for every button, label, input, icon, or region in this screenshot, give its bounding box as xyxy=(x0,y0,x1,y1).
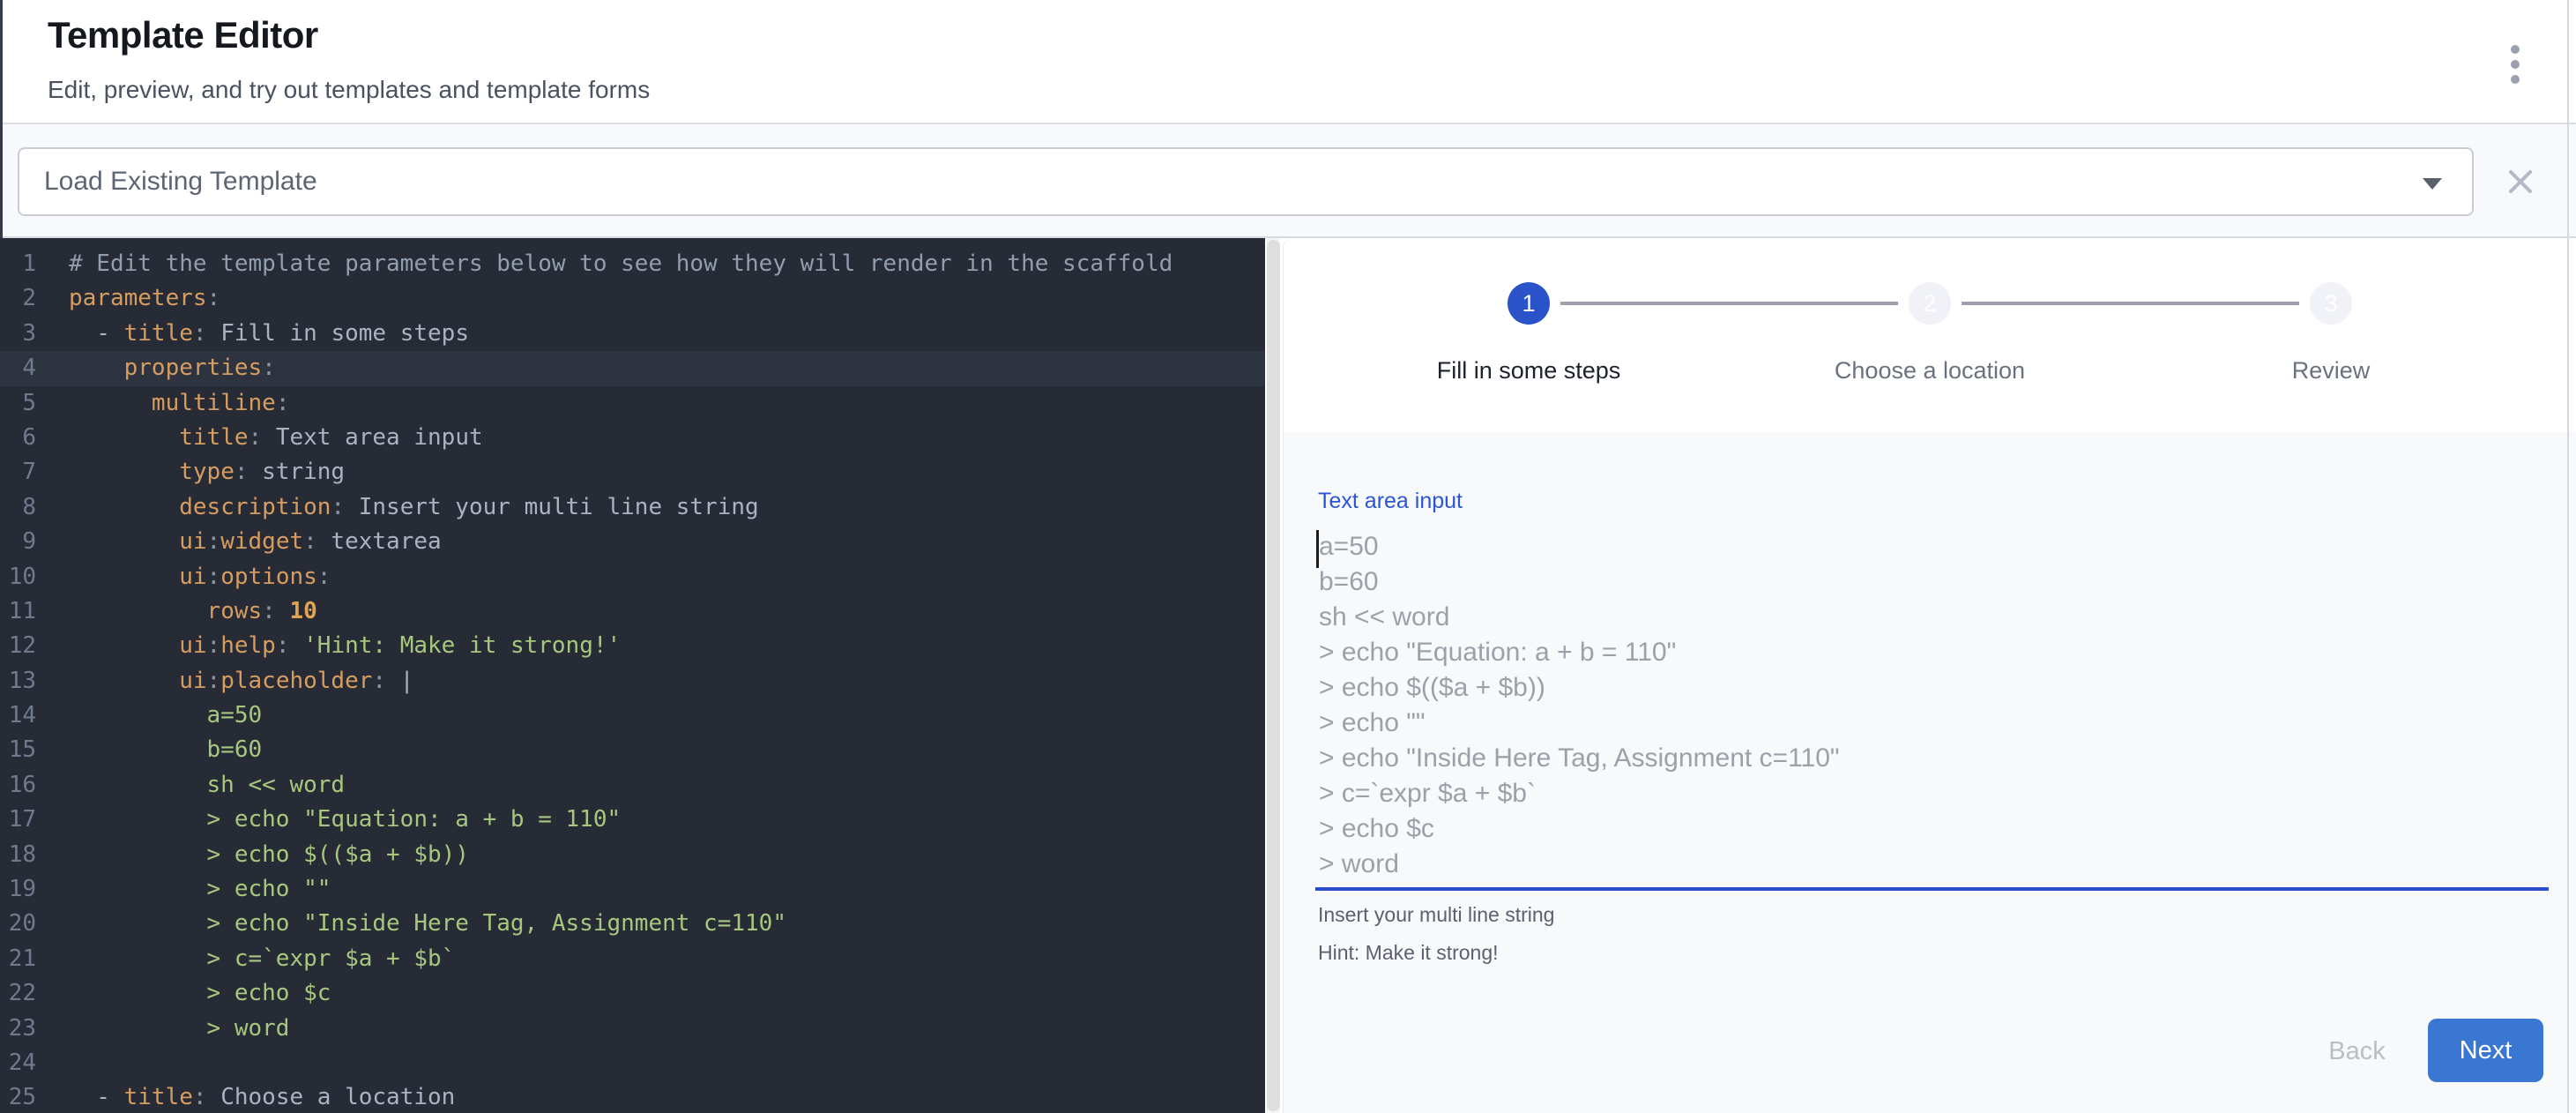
step-2-indicator: 2 xyxy=(1909,282,1951,325)
step-1-label: Fill in some steps xyxy=(1308,357,1749,385)
header: Template Editor Edit, preview, and try o… xyxy=(0,0,2576,124)
line-number: 25 xyxy=(0,1080,36,1113)
code-line-10[interactable]: 10 ui:options: xyxy=(0,560,1265,594)
more-options-button[interactable] xyxy=(2500,41,2530,88)
chevron-down-icon xyxy=(2423,178,2442,190)
line-number: 17 xyxy=(0,803,36,837)
code-line-6[interactable]: 6 title: Text area input xyxy=(0,421,1265,455)
line-number: 8 xyxy=(0,490,36,525)
code-line-25[interactable]: 25 - title: Choose a location xyxy=(0,1080,1265,1113)
line-number: 11 xyxy=(0,594,36,629)
code-line-12[interactable]: 12 ui:help: 'Hint: Make it strong!' xyxy=(0,629,1265,663)
multiline-textarea[interactable]: a=50b=60sh << word> echo "Equation: a + … xyxy=(1284,520,2576,891)
back-button[interactable]: Back xyxy=(2302,1025,2412,1078)
code-line-22[interactable]: 22 > echo $c xyxy=(0,976,1265,1011)
textarea-line: > echo $(($a + $b)) xyxy=(1319,670,1840,706)
code-line-8[interactable]: 8 description: Insert your multi line st… xyxy=(0,490,1265,525)
line-number: 5 xyxy=(0,386,36,421)
textarea-line: sh << word xyxy=(1319,600,1840,635)
line-number: 2 xyxy=(0,281,36,316)
select-placeholder: Load Existing Template xyxy=(44,149,317,214)
line-number: 10 xyxy=(0,560,36,594)
code-line-21[interactable]: 21 > c=`expr $a + $b` xyxy=(0,942,1265,976)
line-number: 22 xyxy=(0,976,36,1011)
line-number: 13 xyxy=(0,664,36,698)
line-number: 4 xyxy=(0,351,36,385)
code-line-13[interactable]: 13 ui:placeholder: | xyxy=(0,664,1265,698)
stepper: 1 2 3 Fill in some steps Choose a locati… xyxy=(1329,282,2532,406)
textarea-line: > c=`expr $a + $b` xyxy=(1319,776,1840,811)
close-icon xyxy=(2506,168,2535,196)
load-existing-template-select[interactable]: Load Existing Template xyxy=(18,147,2474,216)
line-number: 20 xyxy=(0,907,36,941)
code-line-19[interactable]: 19 > echo "" xyxy=(0,872,1265,907)
line-number: 16 xyxy=(0,768,36,803)
next-button[interactable]: Next xyxy=(2428,1019,2543,1082)
kebab-menu-icon xyxy=(2511,45,2520,54)
code-line-1[interactable]: 1# Edit the template parameters below to… xyxy=(0,247,1265,281)
textarea-line: > echo "Equation: a + b = 110" xyxy=(1319,635,1840,670)
line-number: 24 xyxy=(0,1046,36,1080)
code-line-9[interactable]: 9 ui:widget: textarea xyxy=(0,525,1265,559)
code-line-15[interactable]: 15 b=60 xyxy=(0,733,1265,767)
editor-scrollbar-thumb[interactable] xyxy=(1267,240,1280,1111)
field-description: Insert your multi line string xyxy=(1318,903,1554,927)
textarea-content: a=50b=60sh << word> echo "Equation: a + … xyxy=(1319,529,1840,882)
step-1-indicator: 1 xyxy=(1508,282,1550,325)
textarea-line: > echo "Inside Here Tag, Assignment c=11… xyxy=(1319,741,1840,776)
textarea-line: b=60 xyxy=(1319,564,1840,600)
code-line-18[interactable]: 18 > echo $(($a + $b)) xyxy=(0,838,1265,872)
line-number: 1 xyxy=(0,247,36,281)
step-3-label: Review xyxy=(2111,357,2551,385)
field-hint: Hint: Make it strong! xyxy=(1318,941,1499,965)
yaml-code-editor[interactable]: 1# Edit the template parameters below to… xyxy=(0,238,1265,1113)
line-number: 6 xyxy=(0,421,36,455)
clear-template-button[interactable] xyxy=(2498,160,2542,204)
line-number: 18 xyxy=(0,838,36,872)
template-editor-app: Template Editor Edit, preview, and try o… xyxy=(0,0,2576,1113)
code-line-3[interactable]: 3 - title: Fill in some steps xyxy=(0,317,1265,351)
line-number: 14 xyxy=(0,698,36,733)
textarea-focus-underline xyxy=(1315,887,2549,891)
template-preview-panel: 1 2 3 Fill in some steps Choose a locati… xyxy=(1283,238,2576,1113)
template-select-toolbar: Load Existing Template xyxy=(0,124,2576,238)
line-number: 23 xyxy=(0,1012,36,1046)
line-number: 12 xyxy=(0,629,36,663)
code-line-23[interactable]: 23 > word xyxy=(0,1012,1265,1046)
editor-scrollbar xyxy=(1267,238,1280,1113)
step-connector xyxy=(1560,302,1898,305)
step-connector xyxy=(1962,302,2299,305)
textarea-line: > word xyxy=(1319,847,1840,882)
code-line-20[interactable]: 20 > echo "Inside Here Tag, Assignment c… xyxy=(0,907,1265,941)
line-number: 3 xyxy=(0,317,36,351)
textarea-line: a=50 xyxy=(1319,529,1840,564)
code-line-11[interactable]: 11 rows: 10 xyxy=(0,594,1265,629)
line-number: 19 xyxy=(0,872,36,907)
line-number: 9 xyxy=(0,525,36,559)
textarea-field-label: Text area input xyxy=(1318,489,1463,514)
code-line-17[interactable]: 17 > echo "Equation: a + b = 110" xyxy=(0,803,1265,837)
page-right-border xyxy=(2567,0,2569,1113)
code-line-2[interactable]: 2parameters: xyxy=(0,281,1265,316)
line-number: 21 xyxy=(0,942,36,976)
page-subtitle: Edit, preview, and try out templates and… xyxy=(48,76,650,104)
line-number: 7 xyxy=(0,455,36,489)
code-line-7[interactable]: 7 type: string xyxy=(0,455,1265,489)
code-line-14[interactable]: 14 a=50 xyxy=(0,698,1265,733)
code-line-16[interactable]: 16 sh << word xyxy=(0,768,1265,803)
step-form: Text area input a=50b=60sh << word> echo… xyxy=(1284,432,2576,1113)
step-2-label: Choose a location xyxy=(1709,357,2150,385)
page-title: Template Editor xyxy=(48,14,318,56)
code-line-24[interactable]: 24 xyxy=(0,1046,1265,1080)
code-line-5[interactable]: 5 multiline: xyxy=(0,386,1265,421)
code-line-4[interactable]: 4 properties: xyxy=(0,351,1265,385)
textarea-line: > echo "" xyxy=(1319,706,1840,741)
page-left-border xyxy=(0,0,3,238)
step-3-indicator: 3 xyxy=(2310,282,2352,325)
line-number: 15 xyxy=(0,733,36,767)
textarea-line: > echo $c xyxy=(1319,811,1840,847)
